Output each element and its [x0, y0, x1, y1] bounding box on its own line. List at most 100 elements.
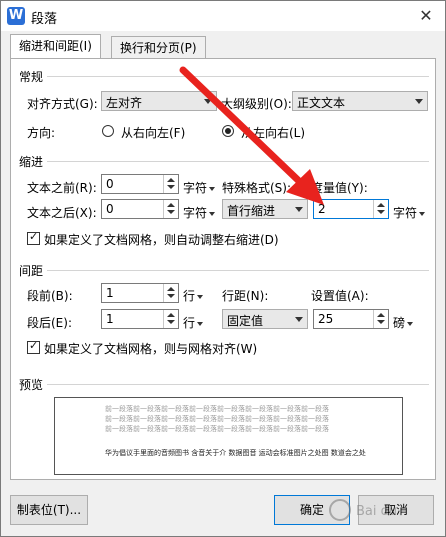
caret-down-icon [209, 186, 216, 191]
indent-after-unit[interactable]: 字符 [183, 204, 216, 221]
chevron-down-icon [295, 317, 303, 322]
general-heading: 常规 [19, 70, 44, 84]
spacing-heading: 间距 [19, 264, 44, 278]
snap-to-grid-label: 如果定义了文档网格，则与网格对齐(W) [44, 342, 258, 356]
space-before-unit[interactable]: 行 [183, 287, 204, 304]
spin-buttons[interactable] [163, 284, 178, 302]
space-after-label: 段后(E): [27, 316, 72, 330]
divider [47, 161, 429, 162]
setting-unit[interactable]: 磅 [393, 314, 414, 331]
outline-level-select[interactable]: 正文文本 [292, 91, 428, 111]
tab-line-page-breaks[interactable]: 换行和分页(P) [111, 36, 206, 59]
alignment-label: 对齐方式(G): [27, 97, 98, 111]
measure-input[interactable]: 2 [313, 199, 389, 219]
rtl-radio[interactable] [102, 125, 114, 137]
tab-indent-spacing[interactable]: 缩进和间距(I) [10, 34, 101, 59]
chevron-down-icon [295, 207, 303, 212]
indent-before-value: 0 [106, 177, 114, 191]
setting-value-input[interactable]: 25 [313, 309, 389, 329]
spin-buttons[interactable] [163, 175, 178, 193]
spin-down-icon[interactable] [377, 210, 385, 214]
tab-panel: 常规 对齐方式(G): 左对齐 大纲级别(O): 正文文本 方向: 从右向左(F… [10, 58, 436, 480]
direction-label: 方向: [27, 126, 56, 140]
indent-after-label: 文本之后(X): [27, 206, 97, 220]
title-bar: W 段落 ✕ [1, 1, 445, 31]
indent-before-unit[interactable]: 字符 [183, 179, 216, 196]
svg-text:Bai du: Bai du [356, 504, 397, 519]
alignment-select[interactable]: 左对齐 [101, 91, 217, 111]
caret-down-icon [197, 294, 204, 299]
chevron-down-icon [204, 99, 212, 104]
space-before-value: 1 [106, 286, 114, 300]
dialog-title: 段落 [31, 12, 58, 27]
spin-down-icon[interactable] [167, 320, 175, 324]
space-after-value: 1 [106, 312, 114, 326]
space-after-unit[interactable]: 行 [183, 314, 204, 331]
spin-buttons[interactable] [373, 200, 388, 218]
line-spacing-select[interactable]: 固定值 [222, 309, 308, 329]
caret-down-icon [209, 211, 216, 216]
preview-box: 前一段落前一段落前一段落前一段落前一段落前一段落前一段落前一段落 前一段落前一段… [54, 397, 403, 475]
preview-heading: 预览 [19, 378, 44, 392]
alignment-value: 左对齐 [106, 96, 143, 110]
spin-down-icon[interactable] [377, 320, 385, 324]
spin-down-icon[interactable] [167, 185, 175, 189]
line-spacing-label: 行距(N): [222, 289, 269, 303]
space-after-input[interactable]: 1 [101, 309, 179, 329]
special-format-value: 首行缩进 [227, 204, 276, 218]
indent-heading: 缩进 [19, 155, 44, 169]
caret-down-icon [197, 321, 204, 326]
close-icon[interactable]: ✕ [413, 5, 439, 27]
measure-value: 2 [318, 202, 326, 216]
spin-buttons[interactable] [163, 200, 178, 218]
special-format-label: 特殊格式(S): [222, 181, 292, 195]
preview-sample-text: 华为倡议手里面的音频图书 含音关于介 数据图音 运动会标准图片之处图 数道会之处 [105, 449, 366, 457]
tab-stops-button[interactable]: 制表位(T)... [10, 495, 88, 525]
chevron-down-icon [415, 99, 423, 104]
spin-up-icon[interactable] [167, 203, 175, 207]
unit-text: 字符 [183, 181, 208, 195]
outline-level-value: 正文文本 [297, 96, 346, 110]
preview-prev-line: 前一段落前一段落前一段落前一段落前一段落前一段落前一段落前一段落 [105, 405, 329, 413]
spin-down-icon[interactable] [167, 294, 175, 298]
unit-text: 磅 [393, 316, 406, 330]
setting-value: 25 [318, 312, 334, 326]
indent-after-input[interactable]: 0 [101, 199, 179, 219]
indent-after-value: 0 [106, 202, 114, 216]
unit-text: 行 [183, 289, 196, 303]
rtl-label: 从右向左(F) [121, 126, 186, 140]
unit-text: 字符 [393, 206, 418, 220]
spin-up-icon[interactable] [167, 178, 175, 182]
unit-text: 行 [183, 316, 196, 330]
unit-text: 字符 [183, 206, 208, 220]
spin-up-icon[interactable] [377, 203, 385, 207]
spin-up-icon[interactable] [167, 313, 175, 317]
space-before-label: 段前(B): [27, 289, 73, 303]
caret-down-icon [407, 321, 414, 326]
snap-to-grid-checkbox[interactable] [27, 339, 40, 354]
indent-before-input[interactable]: 0 [101, 174, 179, 194]
spin-down-icon[interactable] [167, 210, 175, 214]
measure-label: 度量值(Y): [311, 181, 368, 195]
spin-buttons[interactable] [373, 310, 388, 328]
preview-prev-line: 前一段落前一段落前一段落前一段落前一段落前一段落前一段落前一段落 [105, 415, 329, 423]
spin-up-icon[interactable] [377, 313, 385, 317]
outline-level-label: 大纲级别(O): [221, 97, 292, 111]
special-format-select[interactable]: 首行缩进 [222, 199, 308, 219]
preview-prev-line: 前一段落前一段落前一段落前一段落前一段落前一段落前一段落前一段落 [105, 425, 329, 433]
space-before-input[interactable]: 1 [101, 283, 179, 303]
auto-right-indent-label: 如果定义了文档网格，则自动调整右缩进(D) [44, 233, 279, 247]
measure-unit[interactable]: 字符 [393, 204, 426, 221]
watermark-logo: Bai du [326, 497, 438, 523]
divider [47, 270, 429, 271]
auto-right-indent-checkbox[interactable] [27, 230, 40, 245]
setting-value-label: 设置值(A): [311, 289, 369, 303]
caret-down-icon [419, 211, 426, 216]
ltr-label: 从左向右(L) [241, 126, 306, 140]
spin-buttons[interactable] [163, 310, 178, 328]
divider [47, 384, 429, 385]
ltr-radio[interactable] [222, 125, 234, 137]
spin-up-icon[interactable] [167, 287, 175, 291]
indent-before-label: 文本之前(R): [27, 181, 97, 195]
divider [47, 76, 429, 77]
